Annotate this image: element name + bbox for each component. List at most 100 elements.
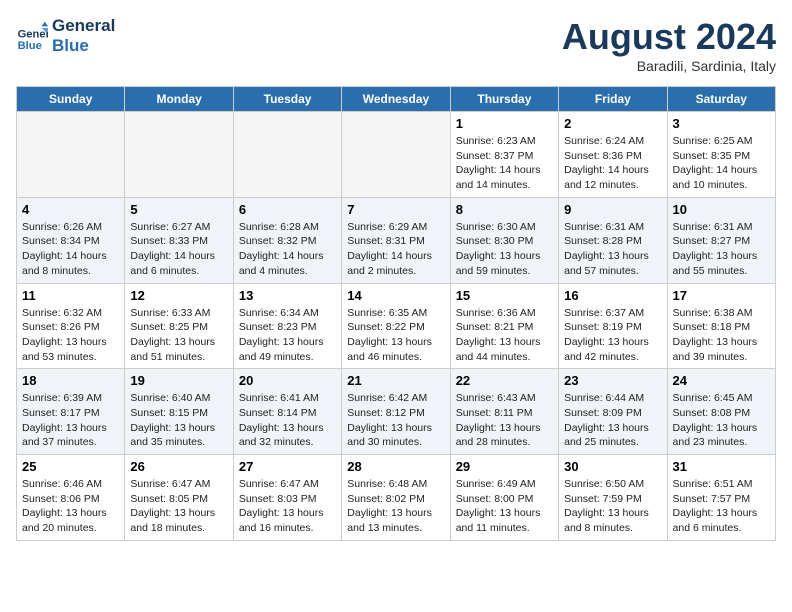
cell-details: Sunrise: 6:27 AMSunset: 8:33 PMDaylight:…: [130, 220, 227, 279]
day-number: 14: [347, 288, 444, 303]
cell-details: Sunrise: 6:30 AMSunset: 8:30 PMDaylight:…: [456, 220, 553, 279]
col-header-wednesday: Wednesday: [342, 87, 450, 112]
calendar-week-row: 25Sunrise: 6:46 AMSunset: 8:06 PMDayligh…: [17, 455, 776, 541]
day-number: 8: [456, 202, 553, 217]
day-number: 17: [673, 288, 770, 303]
svg-text:General: General: [18, 28, 48, 40]
logo-icon: General Blue: [16, 20, 48, 52]
calendar-cell: 22 Sunrise: 6:43 AMSunset: 8:11 PMDayligh…: [450, 369, 558, 455]
calendar-header-row: SundayMondayTuesdayWednesdayThursdayFrid…: [17, 87, 776, 112]
logo-blue: Blue: [52, 36, 115, 56]
svg-text:Blue: Blue: [18, 39, 42, 51]
cell-details: Sunrise: 6:49 AMSunset: 8:00 PMDaylight:…: [456, 477, 553, 536]
cell-details: Sunrise: 6:24 AMSunset: 8:36 PMDaylight:…: [564, 134, 661, 193]
calendar-week-row: 4 Sunrise: 6:26 AMSunset: 8:34 PMDaylight…: [17, 197, 776, 283]
col-header-friday: Friday: [559, 87, 667, 112]
cell-details: Sunrise: 6:32 AMSunset: 8:26 PMDaylight:…: [22, 306, 119, 365]
cell-details: Sunrise: 6:37 AMSunset: 8:19 PMDaylight:…: [564, 306, 661, 365]
cell-details: Sunrise: 6:28 AMSunset: 8:32 PMDaylight:…: [239, 220, 336, 279]
calendar-week-row: 11 Sunrise: 6:32 AMSunset: 8:26 PMDayligh…: [17, 283, 776, 369]
day-number: 12: [130, 288, 227, 303]
cell-details: Sunrise: 6:43 AMSunset: 8:11 PMDaylight:…: [456, 391, 553, 450]
day-number: 25: [22, 459, 119, 474]
cell-details: Sunrise: 6:29 AMSunset: 8:31 PMDaylight:…: [347, 220, 444, 279]
page-header: General Blue General Blue August 2024 Ba…: [16, 16, 776, 74]
day-number: 15: [456, 288, 553, 303]
col-header-tuesday: Tuesday: [233, 87, 341, 112]
calendar-week-row: 18Sunrise: 6:39 AMSunset: 8:17 PMDayligh…: [17, 369, 776, 455]
calendar-cell: 20 Sunrise: 6:41 AMSunset: 8:14 PMDayligh…: [233, 369, 341, 455]
day-number: 16: [564, 288, 661, 303]
day-number: 11: [22, 288, 119, 303]
cell-details: Sunrise: 6:44 AMSunset: 8:09 PMDaylight:…: [564, 391, 661, 450]
cell-details: Sunrise: 6:50 AMSunset: 7:59 PMDaylight:…: [564, 477, 661, 536]
month-title: August 2024: [562, 16, 776, 58]
day-number: 6: [239, 202, 336, 217]
calendar-cell: 23 Sunrise: 6:44 AMSunset: 8:09 PMDayligh…: [559, 369, 667, 455]
day-number: 22: [456, 373, 553, 388]
cell-details: Sunrise: 6:31 AMSunset: 8:28 PMDaylight:…: [564, 220, 661, 279]
calendar-cell: 5Sunrise: 6:27 AMSunset: 8:33 PMDaylight…: [125, 197, 233, 283]
cell-details: Sunrise: 6:34 AMSunset: 8:23 PMDaylight:…: [239, 306, 336, 365]
cell-details: Sunrise: 6:33 AMSunset: 8:25 PMDaylight:…: [130, 306, 227, 365]
calendar-cell: 7 Sunrise: 6:29 AMSunset: 8:31 PMDaylight…: [342, 197, 450, 283]
cell-details: Sunrise: 6:41 AMSunset: 8:14 PMDaylight:…: [239, 391, 336, 450]
calendar-cell: 30 Sunrise: 6:50 AMSunset: 7:59 PMDayligh…: [559, 455, 667, 541]
cell-details: Sunrise: 6:47 AMSunset: 8:05 PMDaylight:…: [130, 477, 227, 536]
calendar-cell: [342, 112, 450, 198]
day-number: 23: [564, 373, 661, 388]
calendar-cell: 28Sunrise: 6:48 AMSunset: 8:02 PMDayligh…: [342, 455, 450, 541]
calendar-cell: [233, 112, 341, 198]
cell-details: Sunrise: 6:40 AMSunset: 8:15 PMDaylight:…: [130, 391, 227, 450]
day-number: 29: [456, 459, 553, 474]
day-number: 20: [239, 373, 336, 388]
calendar-cell: 13Sunrise: 6:34 AMSunset: 8:23 PMDayligh…: [233, 283, 341, 369]
calendar-week-row: 1Sunrise: 6:23 AMSunset: 8:37 PMDaylight…: [17, 112, 776, 198]
day-number: 19: [130, 373, 227, 388]
calendar-cell: 21Sunrise: 6:42 AMSunset: 8:12 PMDayligh…: [342, 369, 450, 455]
logo-general: General: [52, 16, 115, 36]
day-number: 9: [564, 202, 661, 217]
calendar-cell: 19 Sunrise: 6:40 AMSunset: 8:15 PMDayligh…: [125, 369, 233, 455]
day-number: 26: [130, 459, 227, 474]
cell-details: Sunrise: 6:31 AMSunset: 8:27 PMDaylight:…: [673, 220, 770, 279]
calendar-cell: 18Sunrise: 6:39 AMSunset: 8:17 PMDayligh…: [17, 369, 125, 455]
calendar-cell: [125, 112, 233, 198]
cell-details: Sunrise: 6:48 AMSunset: 8:02 PMDaylight:…: [347, 477, 444, 536]
col-header-monday: Monday: [125, 87, 233, 112]
cell-details: Sunrise: 6:45 AMSunset: 8:08 PMDaylight:…: [673, 391, 770, 450]
calendar-cell: 4 Sunrise: 6:26 AMSunset: 8:34 PMDaylight…: [17, 197, 125, 283]
cell-details: Sunrise: 6:47 AMSunset: 8:03 PMDaylight:…: [239, 477, 336, 536]
cell-details: Sunrise: 6:26 AMSunset: 8:34 PMDaylight:…: [22, 220, 119, 279]
col-header-sunday: Sunday: [17, 87, 125, 112]
calendar-cell: 8 Sunrise: 6:30 AMSunset: 8:30 PMDaylight…: [450, 197, 558, 283]
day-number: 30: [564, 459, 661, 474]
calendar-cell: 24 Sunrise: 6:45 AMSunset: 8:08 PMDayligh…: [667, 369, 775, 455]
calendar-cell: 11 Sunrise: 6:32 AMSunset: 8:26 PMDayligh…: [17, 283, 125, 369]
calendar-cell: 2Sunrise: 6:24 AMSunset: 8:36 PMDaylight…: [559, 112, 667, 198]
day-number: 4: [22, 202, 119, 217]
calendar-table: SundayMondayTuesdayWednesdayThursdayFrid…: [16, 86, 776, 541]
cell-details: Sunrise: 6:23 AMSunset: 8:37 PMDaylight:…: [456, 134, 553, 193]
location-subtitle: Baradili, Sardinia, Italy: [562, 58, 776, 74]
calendar-cell: 31Sunrise: 6:51 AMSunset: 7:57 PMDayligh…: [667, 455, 775, 541]
calendar-cell: 27Sunrise: 6:47 AMSunset: 8:03 PMDayligh…: [233, 455, 341, 541]
calendar-cell: 17 Sunrise: 6:38 AMSunset: 8:18 PMDayligh…: [667, 283, 775, 369]
calendar-cell: 16 Sunrise: 6:37 AMSunset: 8:19 PMDayligh…: [559, 283, 667, 369]
calendar-cell: [17, 112, 125, 198]
day-number: 21: [347, 373, 444, 388]
logo: General Blue General Blue: [16, 16, 115, 55]
calendar-cell: 12 Sunrise: 6:33 AMSunset: 8:25 PMDayligh…: [125, 283, 233, 369]
day-number: 10: [673, 202, 770, 217]
calendar-cell: 6 Sunrise: 6:28 AMSunset: 8:32 PMDaylight…: [233, 197, 341, 283]
day-number: 24: [673, 373, 770, 388]
calendar-cell: 3Sunrise: 6:25 AMSunset: 8:35 PMDaylight…: [667, 112, 775, 198]
day-number: 7: [347, 202, 444, 217]
calendar-cell: 9 Sunrise: 6:31 AMSunset: 8:28 PMDaylight…: [559, 197, 667, 283]
calendar-cell: 15Sunrise: 6:36 AMSunset: 8:21 PMDayligh…: [450, 283, 558, 369]
day-number: 18: [22, 373, 119, 388]
col-header-saturday: Saturday: [667, 87, 775, 112]
cell-details: Sunrise: 6:38 AMSunset: 8:18 PMDaylight:…: [673, 306, 770, 365]
col-header-thursday: Thursday: [450, 87, 558, 112]
calendar-cell: 26 Sunrise: 6:47 AMSunset: 8:05 PMDayligh…: [125, 455, 233, 541]
